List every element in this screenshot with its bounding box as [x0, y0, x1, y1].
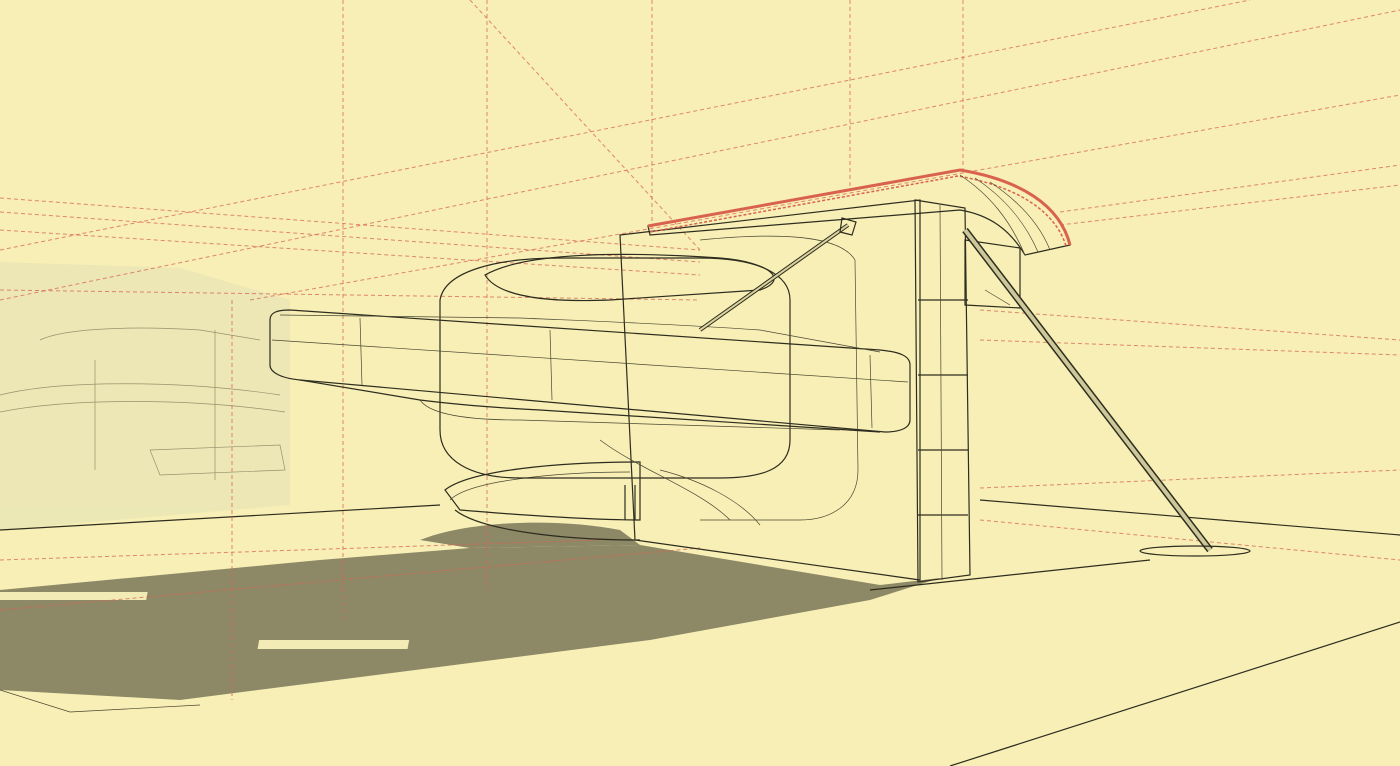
road-marking: [0, 592, 148, 600]
modeling-viewport[interactable]: [0, 0, 1400, 766]
structural-struts: [698, 217, 1251, 557]
pod-volume: [439, 253, 791, 526]
ghost-building: [0, 262, 290, 530]
main-wall: [619, 199, 1021, 583]
canopy-roof: [647, 168, 1072, 256]
architectural-scene: [0, 0, 1400, 766]
cantilever-slab: [269, 309, 911, 433]
road-marking: [257, 640, 410, 649]
